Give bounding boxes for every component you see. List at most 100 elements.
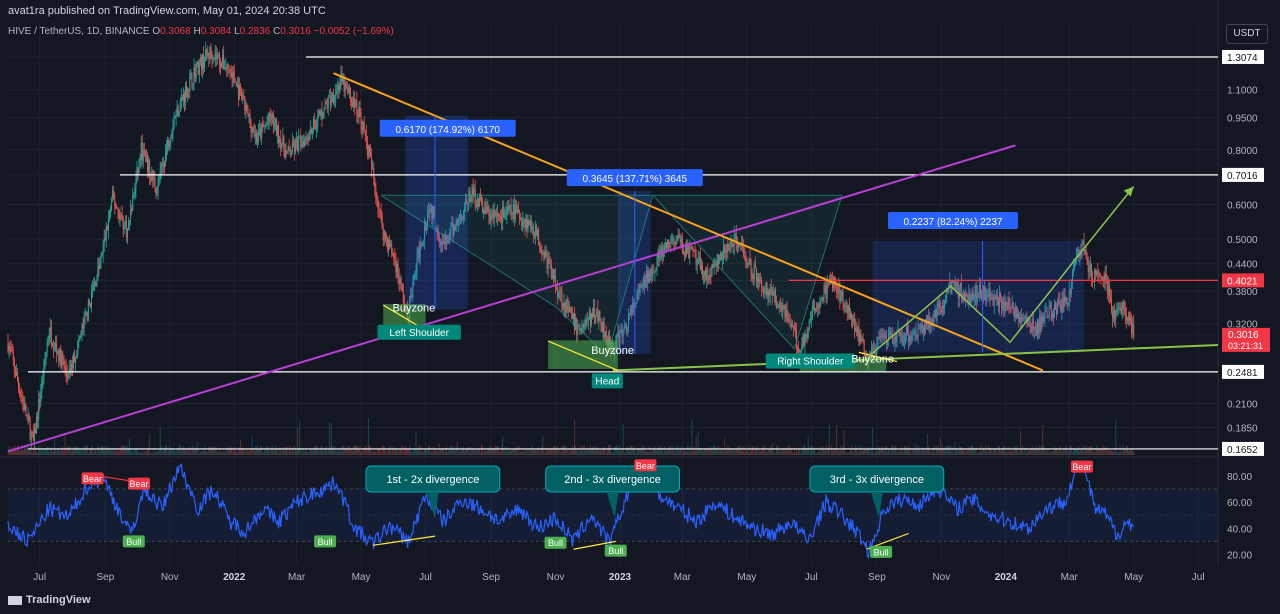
tradingview-logo-icon (8, 595, 22, 605)
volume-bar (1121, 451, 1123, 455)
volume-bar (784, 450, 786, 455)
candle-body (817, 304, 819, 309)
volume-bar (121, 445, 123, 455)
candle-body (47, 340, 49, 345)
candle-body (93, 285, 95, 290)
currency-button[interactable]: USDT (1226, 24, 1268, 44)
volume-bar (380, 452, 382, 455)
ohlc-change: −0.0052 (−1.69%) (313, 26, 394, 37)
candle-body (245, 104, 247, 111)
candle-body (283, 136, 285, 150)
volume-bar (1059, 445, 1061, 455)
rsi-tick: 80.00 (1227, 472, 1252, 483)
volume-bar (248, 451, 250, 455)
candle-body (111, 199, 113, 210)
candle-body (76, 355, 78, 359)
volume-bar (931, 452, 933, 455)
candle-body (115, 205, 117, 209)
volume-bar (336, 452, 338, 455)
candle-body (849, 314, 851, 319)
volume-bar (597, 446, 599, 455)
volume-bar (674, 452, 676, 455)
volume-bar (615, 446, 617, 455)
candle-body (676, 240, 678, 242)
candle-body (683, 254, 685, 256)
candle-body (401, 283, 403, 290)
candle-body (709, 274, 711, 281)
volume-bar (432, 452, 434, 455)
volume-bar (1131, 450, 1133, 455)
volume-bar (343, 446, 345, 455)
candle-body (200, 57, 202, 70)
volume-bar (992, 450, 994, 455)
candle-body (191, 72, 193, 85)
candle-body (169, 143, 171, 148)
volume-bar (584, 450, 586, 455)
candle-body (1113, 309, 1115, 319)
volume-bar (1092, 452, 1093, 455)
volume-bar (639, 448, 641, 455)
chart-stage[interactable]: 0.6170 (174.92%) 6170 0.3645 (137.71%) 36… (0, 0, 1280, 614)
candle-body (677, 234, 679, 241)
candle-body (861, 338, 863, 342)
candle-body (1112, 311, 1114, 319)
candle-body (847, 305, 849, 313)
volume-bar (418, 445, 420, 455)
volume-bar (546, 448, 548, 455)
volume-bar (1018, 452, 1020, 455)
candle-body (223, 54, 225, 69)
volume-bar (1124, 449, 1126, 455)
candle-body (259, 128, 261, 130)
volume-bar (599, 451, 601, 455)
volume-bar (104, 446, 106, 455)
volume-bar (268, 449, 270, 455)
candle-body (1117, 308, 1119, 310)
candle-body (1101, 276, 1103, 280)
candle-body (710, 274, 712, 277)
symbol-legend[interactable]: HIVE / TetherUS, 1D, BINANCE O0.3068 H0.… (8, 26, 394, 37)
volume-bar (522, 448, 524, 455)
volume-bar (905, 449, 907, 455)
volume-bar (179, 445, 181, 455)
volume-bar (322, 450, 324, 455)
volume-bar (260, 445, 262, 455)
candle-body (652, 272, 654, 277)
candle-body (692, 248, 694, 250)
volume-bar (166, 445, 168, 455)
candle-body (131, 208, 133, 212)
volume-bar (985, 445, 987, 455)
price-tick: 0.6000 (1227, 201, 1258, 212)
volume-bar (479, 452, 481, 455)
volume-bar (54, 436, 56, 455)
candle-body (240, 85, 242, 88)
volume-bar (1042, 425, 1044, 455)
volume-bar (696, 450, 698, 455)
volume-bar (205, 450, 207, 455)
candle-body (254, 133, 256, 137)
volume-bar (645, 451, 647, 455)
candle-body (1125, 315, 1127, 321)
volume-bar (204, 445, 206, 455)
volume-bar (1019, 450, 1021, 455)
volume-bar (211, 446, 213, 455)
candle-body (346, 87, 348, 89)
volume-bar (392, 446, 394, 455)
volume-bar (521, 451, 523, 455)
candle-body (1132, 324, 1134, 334)
volume-bar (1067, 452, 1069, 455)
candle-body (173, 118, 175, 128)
volume-bar (1119, 446, 1121, 455)
candle-body (303, 141, 305, 147)
volume-bar (198, 452, 200, 455)
volume-bar (741, 447, 743, 455)
volume-bar (941, 445, 943, 455)
candle-body (9, 345, 11, 348)
volume-bar (738, 445, 740, 455)
volume-bar (682, 447, 684, 455)
volume-bar (1065, 445, 1067, 455)
candle-body (394, 257, 396, 259)
volume-bar (403, 447, 405, 455)
volume-bar (262, 452, 264, 455)
volume-bar (779, 452, 781, 455)
volume-bar (267, 446, 269, 455)
